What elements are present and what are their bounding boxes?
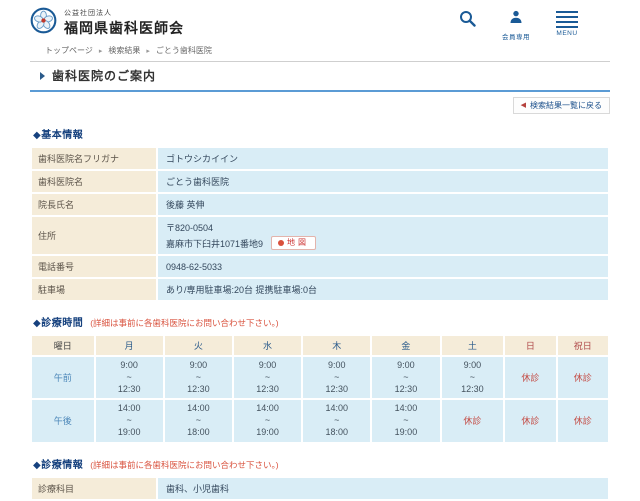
member-area-button[interactable]: 会員専用 (502, 10, 530, 41)
postal-code: 〒820-0504 (166, 221, 600, 234)
column-header: 日 (505, 336, 555, 355)
schedule-cell: 9:00 ~ 12:30 (372, 357, 439, 398)
schedule-cell: 9:00 ~ 12:30 (165, 357, 232, 398)
page-title-bar: 歯科医院のご案内 (30, 61, 610, 92)
row-label: 駐車場 (32, 279, 156, 300)
row-value: 後藤 英伸 (158, 194, 608, 215)
table-row: 住所 〒820-0504 嘉麻市下臼井1071番地9 地図 (32, 217, 608, 254)
row-label: 午前 (32, 357, 94, 398)
schedule-cell: 9:00 ~ 12:30 (96, 357, 163, 398)
table-row: 駐車場 あり/専用駐車場:20台 提携駐車場:0台 (32, 279, 608, 300)
row-label: 午後 (32, 400, 94, 441)
schedule-cell: 9:00 ~ 12:30 (442, 357, 504, 398)
breadcrumb: トップページ ▸ 検索結果 ▸ ごとう歯科医院 (0, 41, 640, 61)
brand[interactable]: 公益社団法人 福岡県歯科医師会 (30, 7, 184, 39)
org-subtitle: 公益社団法人 (64, 8, 184, 18)
schedule-row-morning: 午前 9:00 ~ 12:30 9:00 ~ 12:30 9:00 ~ 12:3… (32, 357, 608, 398)
breadcrumb-current: ごとう歯科医院 (156, 45, 212, 56)
schedule-note: (詳細は事前に各歯科医院にお問い合わせ下さい。) (90, 317, 278, 329)
map-marker-icon (278, 240, 284, 246)
row-value: ごとう歯科医院 (158, 171, 608, 192)
treatment-heading: ◆診療情報 (詳細は事前に各歯科医院にお問い合わせ下さい。) (33, 456, 610, 471)
row-label: 歯科医院名 (32, 171, 156, 192)
map-button[interactable]: 地図 (271, 236, 316, 250)
schedule-cell: 14:00 ~ 19:00 (234, 400, 301, 441)
address-text: 嘉麻市下臼井1071番地9 (166, 237, 263, 250)
menu-button[interactable]: MENU (556, 10, 578, 37)
breadcrumb-link-results[interactable]: 検索結果 (108, 45, 140, 56)
basic-info-table: 歯科医院名フリガナ ゴトウシカイイン 歯科医院名 ごとう歯科医院 院長氏名 後藤… (30, 146, 610, 302)
row-value: 歯科、小児歯科 (158, 478, 608, 499)
schedule-row-afternoon: 午後 14:00 ~ 19:00 14:00 ~ 18:00 14:00 ~ 1… (32, 400, 608, 441)
schedule-cell: 14:00 ~ 19:00 (96, 400, 163, 441)
column-header: 木 (303, 336, 370, 355)
row-value: あり/専用駐車場:20台 提携駐車場:0台 (158, 279, 608, 300)
member-icon (509, 10, 523, 29)
schedule-cell: 14:00 ~ 19:00 (372, 400, 439, 441)
row-value: 0948-62-5033 (158, 256, 608, 277)
schedule-cell-closed: 休診 (558, 357, 608, 398)
hamburger-menu-icon (556, 10, 578, 28)
schedule-cell-closed: 休診 (442, 400, 504, 441)
column-header: 金 (372, 336, 439, 355)
org-logo-icon (30, 7, 57, 39)
column-header: 祝日 (558, 336, 608, 355)
back-arrow-icon: ◀ (521, 102, 526, 109)
row-value: 〒820-0504 嘉麻市下臼井1071番地9 地図 (158, 217, 608, 254)
schedule-cell: 9:00 ~ 12:30 (234, 357, 301, 398)
column-header: 火 (165, 336, 232, 355)
schedule-cell: 9:00 ~ 12:30 (303, 357, 370, 398)
schedule-cell: 14:00 ~ 18:00 (303, 400, 370, 441)
page-title: 歯科医院のご案内 (52, 67, 156, 84)
column-header: 曜日 (32, 336, 94, 355)
column-header: 土 (442, 336, 504, 355)
table-row: 院長氏名 後藤 英伸 (32, 194, 608, 215)
table-row: 歯科医院名フリガナ ゴトウシカイイン (32, 148, 608, 169)
column-header: 月 (96, 336, 163, 355)
title-arrow-icon (40, 72, 45, 80)
row-label: 診療科目 (32, 478, 156, 499)
schedule-cell-closed: 休診 (505, 400, 555, 441)
row-label: 院長氏名 (32, 194, 156, 215)
row-label: 歯科医院名フリガナ (32, 148, 156, 169)
breadcrumb-link-home[interactable]: トップページ (45, 45, 93, 56)
search-button[interactable] (459, 10, 476, 32)
schedule-cell: 14:00 ~ 18:00 (165, 400, 232, 441)
schedule-cell-closed: 休診 (558, 400, 608, 441)
schedule-header-row: 曜日 月 火 水 木 金 土 日 祝日 (32, 336, 608, 355)
basic-info-heading: ◆基本情報 (33, 126, 610, 141)
menu-label: MENU (556, 30, 577, 37)
breadcrumb-separator-icon: ▸ (99, 47, 103, 55)
treatment-table: 診療科目 歯科、小児歯科 (30, 476, 610, 501)
member-label: 会員専用 (502, 31, 530, 41)
schedule-cell-closed: 休診 (505, 357, 555, 398)
row-label: 電話番号 (32, 256, 156, 277)
column-header: 水 (234, 336, 301, 355)
row-value: ゴトウシカイイン (158, 148, 608, 169)
breadcrumb-separator-icon: ▸ (146, 47, 150, 55)
search-icon (459, 10, 476, 32)
treatment-note: (詳細は事前に各歯科医院にお問い合わせ下さい。) (90, 459, 278, 471)
table-row: 電話番号 0948-62-5033 (32, 256, 608, 277)
table-row: 診療科目 歯科、小児歯科 (32, 478, 608, 499)
schedule-heading: ◆診療時間 (詳細は事前に各歯科医院にお問い合わせ下さい。) (33, 314, 610, 329)
row-label: 住所 (32, 217, 156, 254)
org-title: 福岡県歯科医師会 (64, 18, 184, 38)
schedule-table: 曜日 月 火 水 木 金 土 日 祝日 午前 9:00 ~ 12:30 9:00… (30, 334, 610, 443)
table-row: 歯科医院名 ごとう歯科医院 (32, 171, 608, 192)
site-header: 公益社団法人 福岡県歯科医師会 会員専用 (0, 0, 640, 41)
back-to-results-link[interactable]: ◀ 検索結果一覧に戻る (513, 97, 610, 114)
